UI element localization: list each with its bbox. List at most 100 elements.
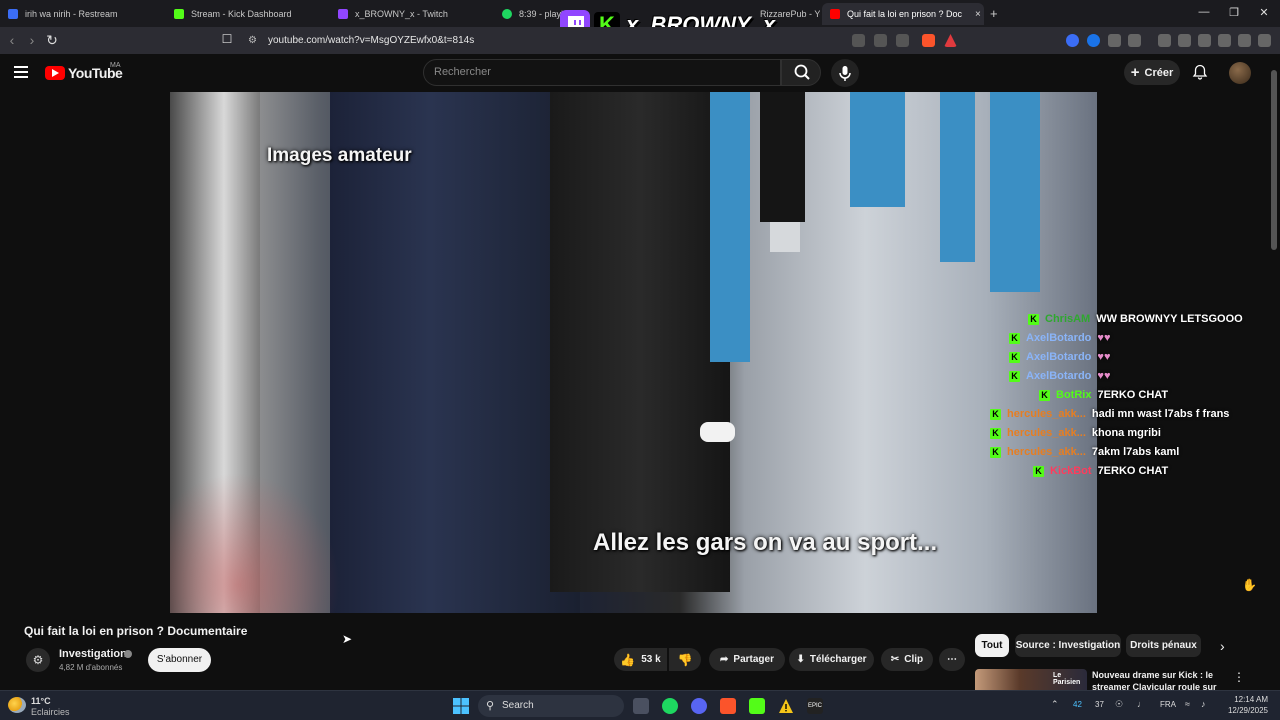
weather-temp[interactable]: 11°C — [31, 696, 51, 706]
chip-penal-law[interactable]: Droits pénaux — [1126, 634, 1201, 657]
scrollbar[interactable] — [1270, 60, 1278, 685]
spotify-taskbar-icon[interactable] — [662, 698, 678, 714]
search-icon — [794, 64, 810, 80]
more-vertical-icon[interactable]: ⋮ — [1233, 670, 1245, 684]
kick-icon — [174, 9, 184, 19]
browser-tab-bar: irih wa nirih - Restream Stream - Kick D… — [0, 0, 1280, 40]
site-info-icon[interactable]: ⚙ — [248, 30, 257, 51]
scissors-icon: ✂ — [890, 654, 900, 665]
kick-badge-icon: K — [990, 446, 1001, 458]
share-icon[interactable] — [896, 34, 909, 47]
extension-icon-3[interactable] — [1108, 34, 1121, 47]
share-arrow-icon: ➦ — [720, 654, 729, 665]
mic-tray-icon[interactable]: ♩ — [1137, 699, 1146, 709]
extension-icon-4[interactable] — [1128, 34, 1141, 47]
chevron-right-icon[interactable]: › — [1220, 638, 1225, 654]
kick-badge-icon: K — [1039, 389, 1050, 401]
address-bar-row: ‹ › ↻ ☐ ⚙ youtube.com/watch?v=MsgOYZEwfx… — [0, 27, 1280, 54]
tab-restream[interactable]: irih wa nirih - Restream — [0, 3, 160, 25]
kick-badge-icon: K — [1009, 370, 1020, 382]
tab-spotify[interactable]: 8:39 - playlist — [494, 3, 564, 25]
chip-source[interactable]: Source : Investigation — [1015, 634, 1121, 657]
video-info-section: Qui fait la loi en prison ? Documentaire… — [0, 613, 1280, 690]
media-icon[interactable] — [1158, 34, 1171, 47]
tray-chevron-icon[interactable]: ⌃ — [1051, 699, 1059, 710]
taskbar-search[interactable]: ⚲ Search — [478, 695, 624, 717]
hamburger-menu-icon[interactable] — [14, 66, 28, 78]
forward-icon[interactable]: › — [24, 32, 40, 48]
subscribe-button[interactable]: S'abonner — [148, 648, 211, 672]
channel-avatar[interactable]: ⚙ — [26, 648, 50, 672]
kick-taskbar-icon[interactable] — [749, 698, 765, 714]
chat-message: K AxelBotardo ♥♥ — [1009, 348, 1110, 366]
extension-icon-1[interactable] — [1066, 34, 1079, 47]
youtube-header: YouTube MA Rechercher + Créer — [0, 54, 1280, 92]
youtube-logo-icon[interactable] — [45, 66, 65, 80]
video-subtitle: Allez les gars on va au sport... — [593, 529, 938, 556]
windows-start-icon[interactable] — [453, 698, 469, 714]
back-icon[interactable]: ‹ — [4, 32, 20, 48]
recommended-thumbnail[interactable]: Le Parisien — [975, 669, 1087, 690]
chat-message: K ChrisAM WW BROWNYY LETSGOOO — [1028, 310, 1243, 328]
channel-name[interactable]: Investigation — [59, 648, 127, 660]
volume-icon[interactable]: ♪ — [1201, 699, 1206, 709]
video-player[interactable]: Images amateur Allez les gars on va au s… — [170, 92, 1097, 613]
download-button[interactable]: ⬇ Télécharger — [789, 648, 874, 671]
clip-button[interactable]: ✂ Clip — [881, 648, 933, 671]
language-indicator[interactable]: FRA — [1160, 700, 1176, 709]
wifi-icon[interactable]: ≈ — [1185, 699, 1190, 709]
kick-badge-icon: K — [1028, 313, 1039, 325]
like-button[interactable]: 👍 53 k — [614, 648, 667, 671]
discord-taskbar-icon[interactable] — [691, 698, 707, 714]
search-button[interactable] — [781, 59, 821, 86]
hand-cursor-icon: ✋ — [1242, 578, 1257, 592]
avatar[interactable] — [1229, 62, 1251, 84]
dislike-button[interactable]: 👎 — [669, 648, 701, 671]
brave-taskbar-icon[interactable] — [720, 698, 736, 714]
new-tab-button[interactable]: + — [990, 6, 998, 21]
tab-twitch[interactable]: x_BROWNY_x - Twitch — [330, 3, 490, 25]
chat-message: K AxelBotardo ♥♥ — [1009, 329, 1110, 347]
chip-all[interactable]: Tout — [975, 634, 1009, 657]
weather-desc[interactable]: Eclaircies — [31, 707, 70, 717]
bookmark-icon[interactable]: ☐ — [219, 32, 235, 46]
search-input[interactable]: Rechercher — [423, 59, 781, 86]
verified-icon — [124, 650, 132, 658]
share-button[interactable]: ➦ Partager — [709, 648, 785, 671]
brave-shield-icon[interactable] — [922, 34, 935, 47]
warning-taskbar-icon[interactable] — [778, 698, 794, 714]
leo-icon[interactable] — [1218, 34, 1231, 47]
task-view-icon[interactable] — [633, 698, 649, 714]
notifications-bell-icon[interactable] — [1192, 64, 1208, 80]
sidebar-icon[interactable] — [1178, 34, 1191, 47]
wallet-icon[interactable] — [1198, 34, 1211, 47]
thumbs-down-icon: 👎 — [677, 652, 693, 667]
voice-search-button[interactable] — [831, 59, 859, 87]
recommended-title[interactable]: Nouveau drame sur Kick : le streamer Cla… — [1092, 669, 1222, 690]
extension-icon-2[interactable] — [1087, 34, 1100, 47]
translate-icon[interactable] — [874, 34, 887, 47]
kick-badge-icon: K — [990, 427, 1001, 439]
region-code: MA — [110, 62, 121, 69]
clock[interactable]: 12:14 AM 12/29/2025 — [1226, 695, 1268, 715]
close-window-icon[interactable]: ✕ — [1256, 6, 1272, 19]
minimize-icon[interactable]: — — [1196, 6, 1212, 18]
more-actions-button[interactable]: ⋯ — [939, 648, 965, 671]
vpn-icon[interactable] — [1238, 34, 1251, 47]
tray-value-2: 37 — [1095, 700, 1104, 709]
network-icon[interactable]: ☉ — [1115, 699, 1123, 710]
cast-icon[interactable] — [852, 34, 865, 47]
tab-youtube-active[interactable]: Qui fait la loi en prison ? Doc × — [822, 3, 984, 25]
plus-icon: + — [1130, 64, 1140, 81]
create-button[interactable]: + Créer — [1124, 60, 1180, 85]
close-tab-icon[interactable]: × — [975, 9, 981, 20]
menu-icon[interactable] — [1258, 34, 1271, 47]
reload-icon[interactable]: ↻ — [44, 32, 60, 49]
epic-games-taskbar-icon[interactable]: EPIC — [807, 698, 823, 714]
subscriber-count: 4,82 M d'abonnés — [59, 663, 123, 672]
kick-badge-icon: K — [1009, 351, 1020, 363]
twitch-icon — [338, 9, 348, 19]
tab-kick-dashboard[interactable]: Stream - Kick Dashboard — [166, 3, 326, 25]
restore-icon[interactable]: ❐ — [1226, 6, 1242, 19]
kick-badge-icon: K — [1033, 465, 1044, 477]
